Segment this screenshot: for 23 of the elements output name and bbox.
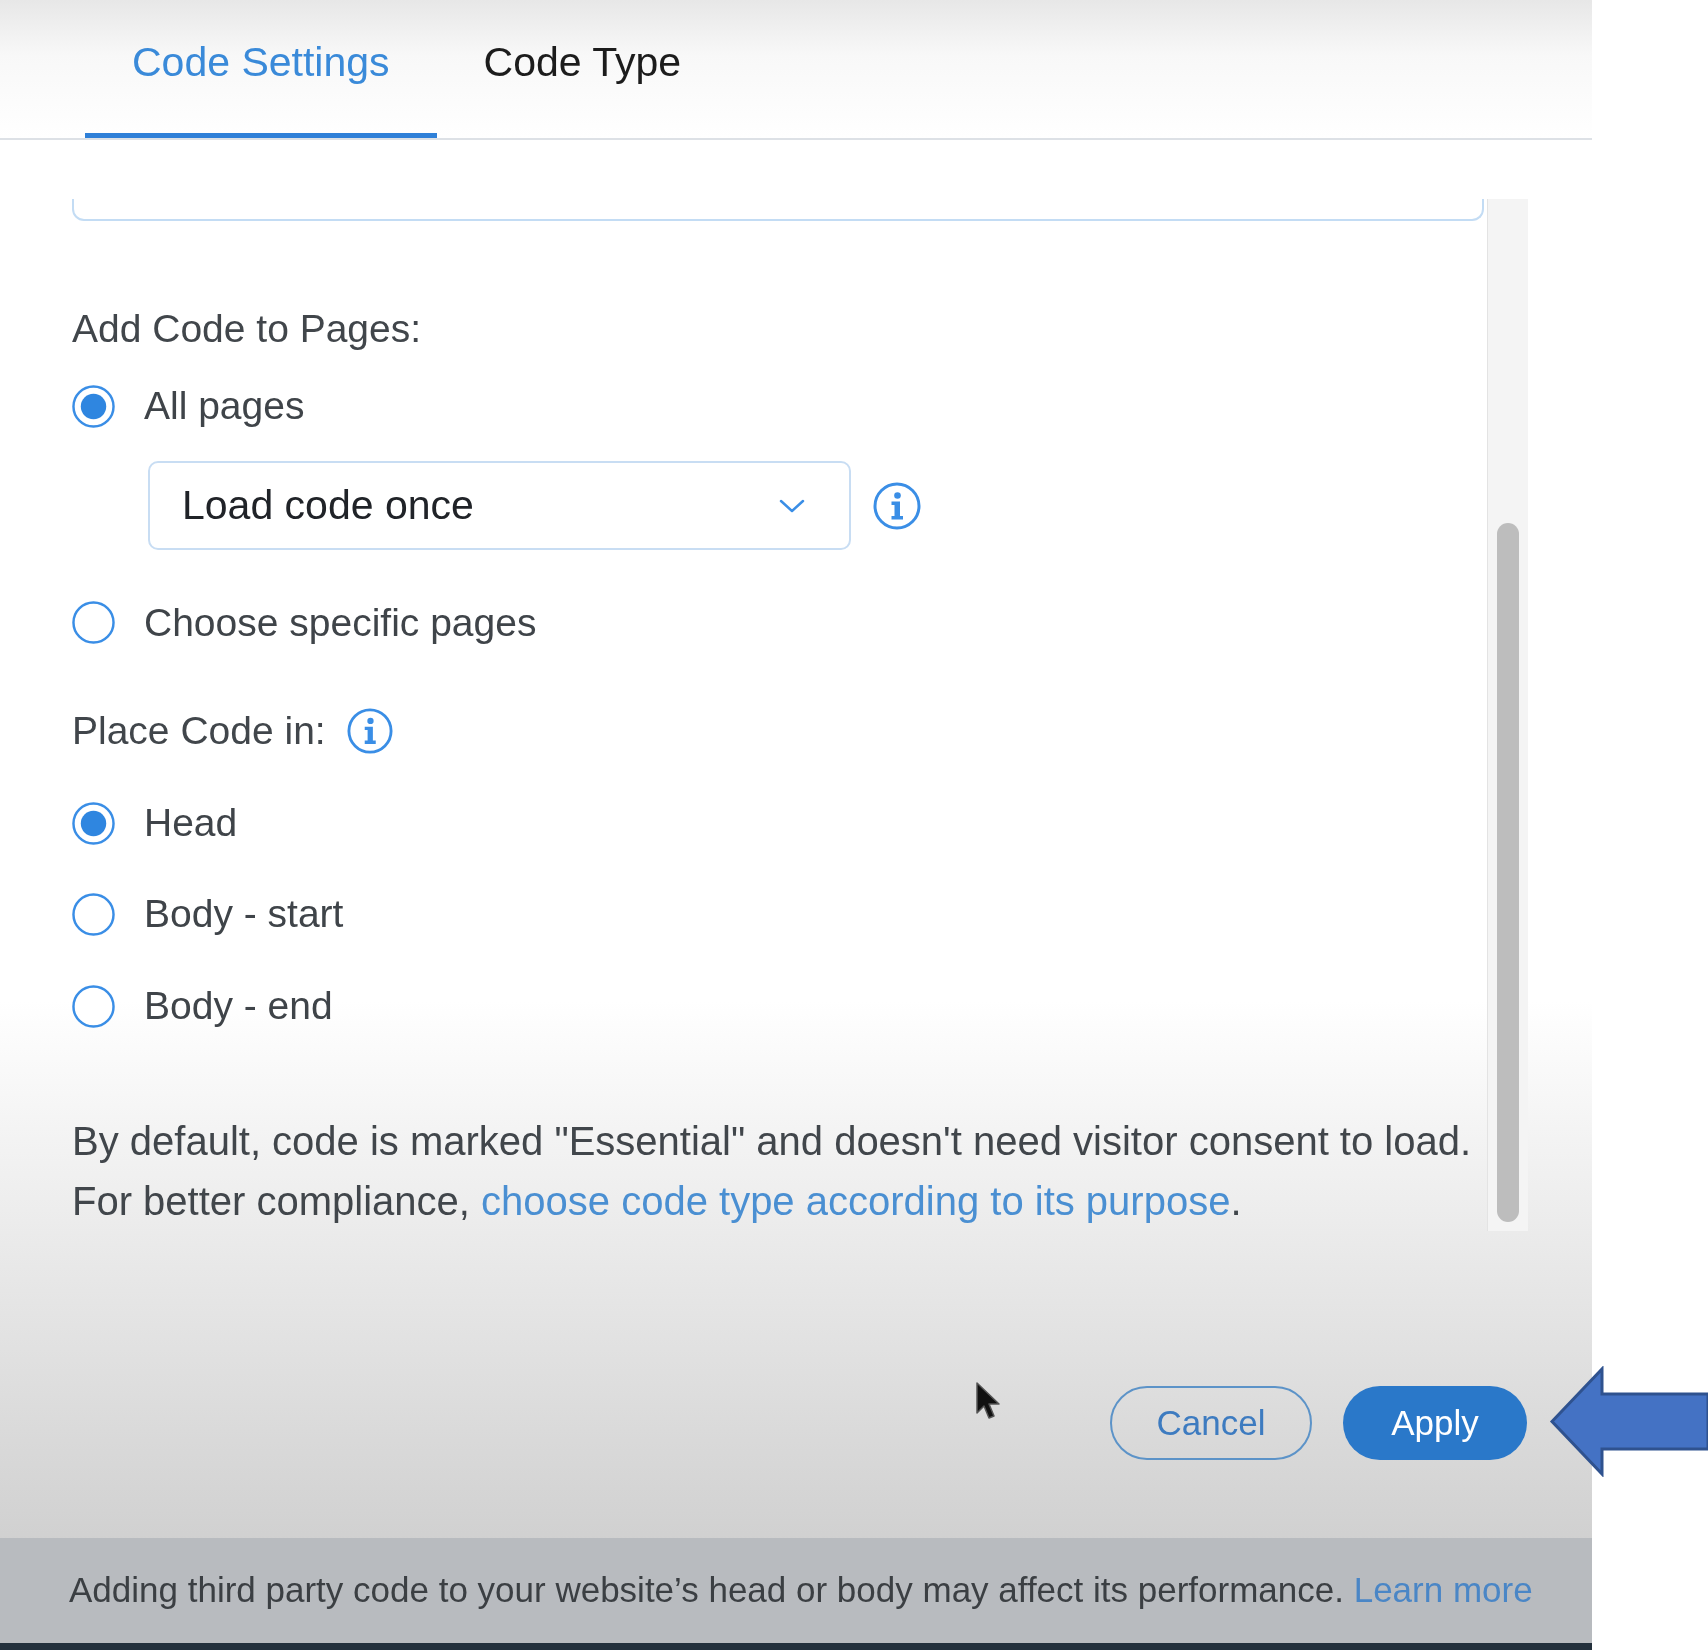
option-label[interactable]: Choose specific pages: [144, 593, 537, 653]
radio-button[interactable]: [72, 384, 115, 428]
mouse-pointer-icon: [975, 1381, 1003, 1421]
option-label[interactable]: All pages: [144, 377, 305, 436]
section-label: Place Code in:: [72, 708, 326, 755]
tab[interactable]: Code Type: [436, 0, 729, 138]
radio-button[interactable]: [72, 601, 115, 645]
option-label[interactable]: Head: [144, 793, 238, 853]
code-input-field[interactable]: [72, 199, 1484, 221]
footer-text: Adding third party code to your website’s head or body may affect its performance. Learn more: [69, 1569, 1533, 1612]
chevron-down-icon: [779, 498, 805, 513]
apply-button[interactable]: Apply: [1343, 1386, 1527, 1460]
radio-button[interactable]: [72, 893, 115, 937]
scrollbar-thumb[interactable]: [1497, 523, 1519, 1222]
option-label[interactable]: Body - start: [144, 885, 344, 944]
radio-button[interactable]: [72, 984, 115, 1028]
info-icon[interactable]: [873, 481, 921, 530]
option-label[interactable]: Body - end: [144, 976, 333, 1036]
section-label: Add Code to Pages:: [72, 306, 422, 353]
dropdown[interactable]: Load code once: [148, 461, 851, 551]
info-icon[interactable]: [346, 708, 393, 755]
radio-button[interactable]: [72, 801, 115, 845]
notice-text: By default, code is marked "Essential" and doesn't need visitor consent to load. For better compliance, choose code type according to its purpose.: [72, 1118, 1473, 1225]
